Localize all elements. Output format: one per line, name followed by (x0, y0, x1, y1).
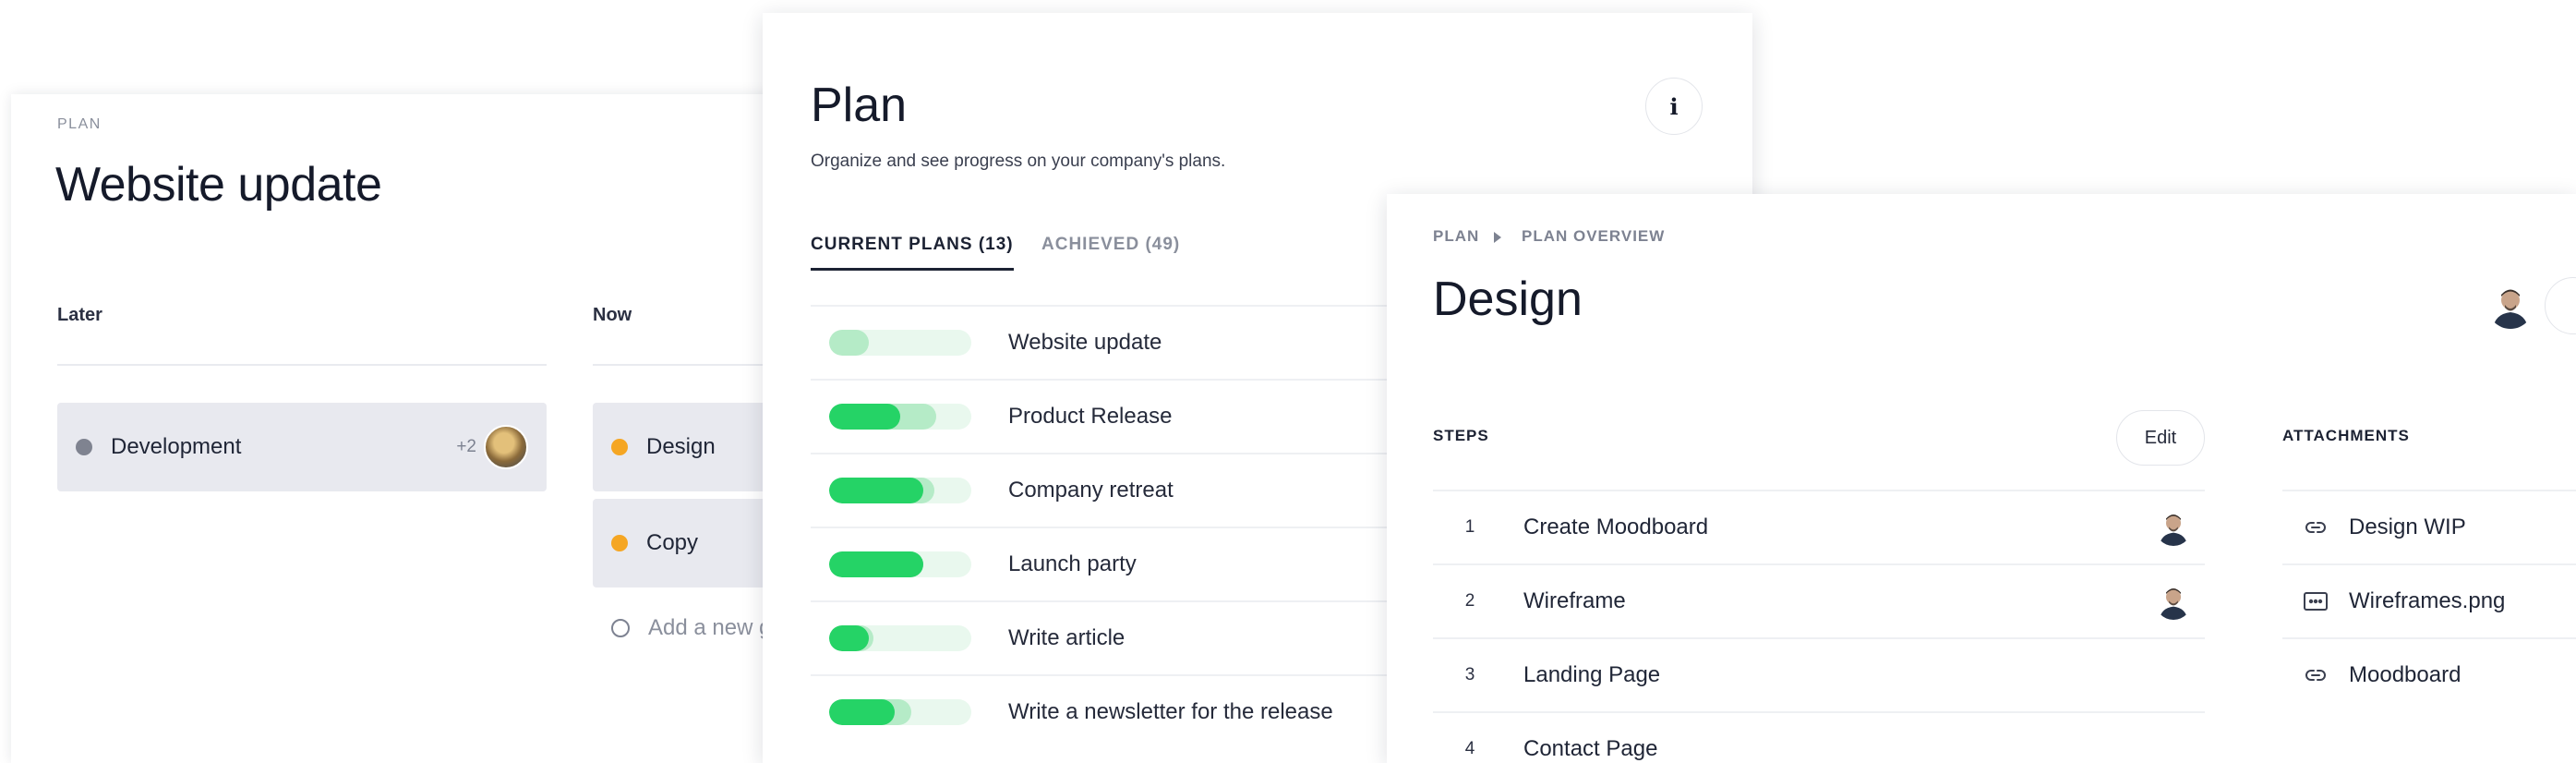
attachment-name: Design WIP (2349, 515, 2466, 539)
progress-bar-done-fill (829, 625, 870, 651)
progress-bar (829, 699, 971, 725)
step-name: Create Moodboard (1523, 515, 1709, 539)
breadcrumb-plan[interactable]: PLAN (1433, 227, 1479, 246)
step-row[interactable]: 1 Create Moodboard (1433, 490, 2205, 563)
attachment-name: Moodboard (2349, 662, 2462, 687)
step-name: Wireframe (1523, 588, 1626, 613)
plan-name: Write article (1008, 625, 1125, 650)
board-kicker: PLAN (57, 116, 102, 132)
goal-label: Development (111, 434, 242, 459)
plan-name: Website update (1008, 330, 1162, 355)
page-title: Design (1433, 272, 1583, 326)
progress-bar (829, 404, 971, 430)
person-avatar-icon (2159, 588, 2188, 620)
link-icon (2303, 515, 2329, 540)
step-row[interactable]: 3 Landing Page (1433, 637, 2205, 711)
progress-bar-done-fill (829, 404, 900, 430)
breadcrumb-chevron-icon (1494, 232, 1501, 243)
step-number: 2 (1464, 591, 1475, 611)
add-goal-label: Add a new g (648, 615, 772, 640)
tab-current-plans[interactable]: CURRENT PLANS (13) (811, 235, 1014, 271)
step-number: 1 (1464, 517, 1475, 537)
board-title: Website update (55, 158, 382, 212)
image-file-icon (2303, 588, 2329, 614)
info-button[interactable]: i (1645, 78, 1703, 135)
step-number: 3 (1464, 665, 1475, 684)
step-row[interactable]: 2 Wireframe (1433, 563, 2205, 637)
status-dot (76, 439, 92, 455)
breadcrumb-plan-overview[interactable]: PLAN OVERVIEW (1522, 227, 1665, 246)
page-title: Plan (811, 79, 908, 132)
goal-label: Design (646, 434, 716, 459)
progress-bar (829, 330, 971, 356)
info-icon: i (1669, 92, 1679, 120)
column-later-header: Later (57, 305, 102, 325)
status-dot (611, 439, 628, 455)
progress-bar (829, 625, 971, 651)
step-name: Landing Page (1523, 662, 1661, 687)
assignee-avatar[interactable] (2155, 583, 2192, 620)
goal-card-development[interactable]: Development +2 (57, 403, 547, 491)
step-name: Contact Page (1523, 736, 1658, 761)
page-subtitle: Organize and see progress on your compan… (811, 151, 1226, 171)
attachment-row[interactable]: Design WIP (2282, 490, 2576, 563)
progress-bar-in-progress-fill (829, 330, 870, 356)
tab-achieved[interactable]: ACHIEVED (49) (1041, 235, 1180, 255)
add-goal-button[interactable]: Add a new g (593, 615, 771, 641)
plan-name: Product Release (1008, 404, 1173, 429)
assignee-avatar[interactable] (2155, 509, 2192, 546)
attachment-row[interactable]: Wireframes.png (2282, 563, 2576, 637)
edit-steps-button[interactable]: Edit (2116, 410, 2205, 466)
step-number: 4 (1464, 739, 1475, 758)
attachment-row[interactable]: Moodboard (2282, 637, 2576, 711)
status-dot (611, 535, 628, 551)
progress-bar-done-fill (829, 699, 895, 725)
progress-bar-done-fill (829, 478, 923, 503)
plan-name: Write a newsletter for the release (1008, 699, 1333, 724)
progress-bar (829, 551, 971, 577)
link-icon (2303, 662, 2329, 688)
more-options-button[interactable] (2545, 277, 2576, 334)
steps-header: STEPS (1433, 427, 1489, 444)
attachment-name: Wireframes.png (2349, 588, 2506, 613)
design-detail-panel: PLAN PLAN OVERVIEW Design STEPS Edit ATT… (1387, 194, 2576, 763)
assignee-avatar[interactable] (484, 425, 528, 469)
column-now-header: Now (593, 305, 632, 325)
goal-label: Copy (646, 530, 699, 555)
column-later-divider (57, 364, 547, 366)
assignee-count-badge: +2 (456, 437, 476, 456)
attachments-header: ATTACHMENTS (2282, 427, 2410, 444)
plan-name: Launch party (1008, 551, 1137, 576)
progress-bar-done-fill (829, 551, 923, 577)
person-avatar-icon (2159, 515, 2188, 546)
progress-bar (829, 478, 971, 503)
add-circle-icon (611, 619, 630, 637)
owner-avatar[interactable] (2487, 283, 2534, 329)
step-row[interactable]: 4 Contact Page (1433, 711, 2205, 763)
plan-name: Company retreat (1008, 478, 1174, 503)
person-avatar-icon (2493, 289, 2528, 329)
